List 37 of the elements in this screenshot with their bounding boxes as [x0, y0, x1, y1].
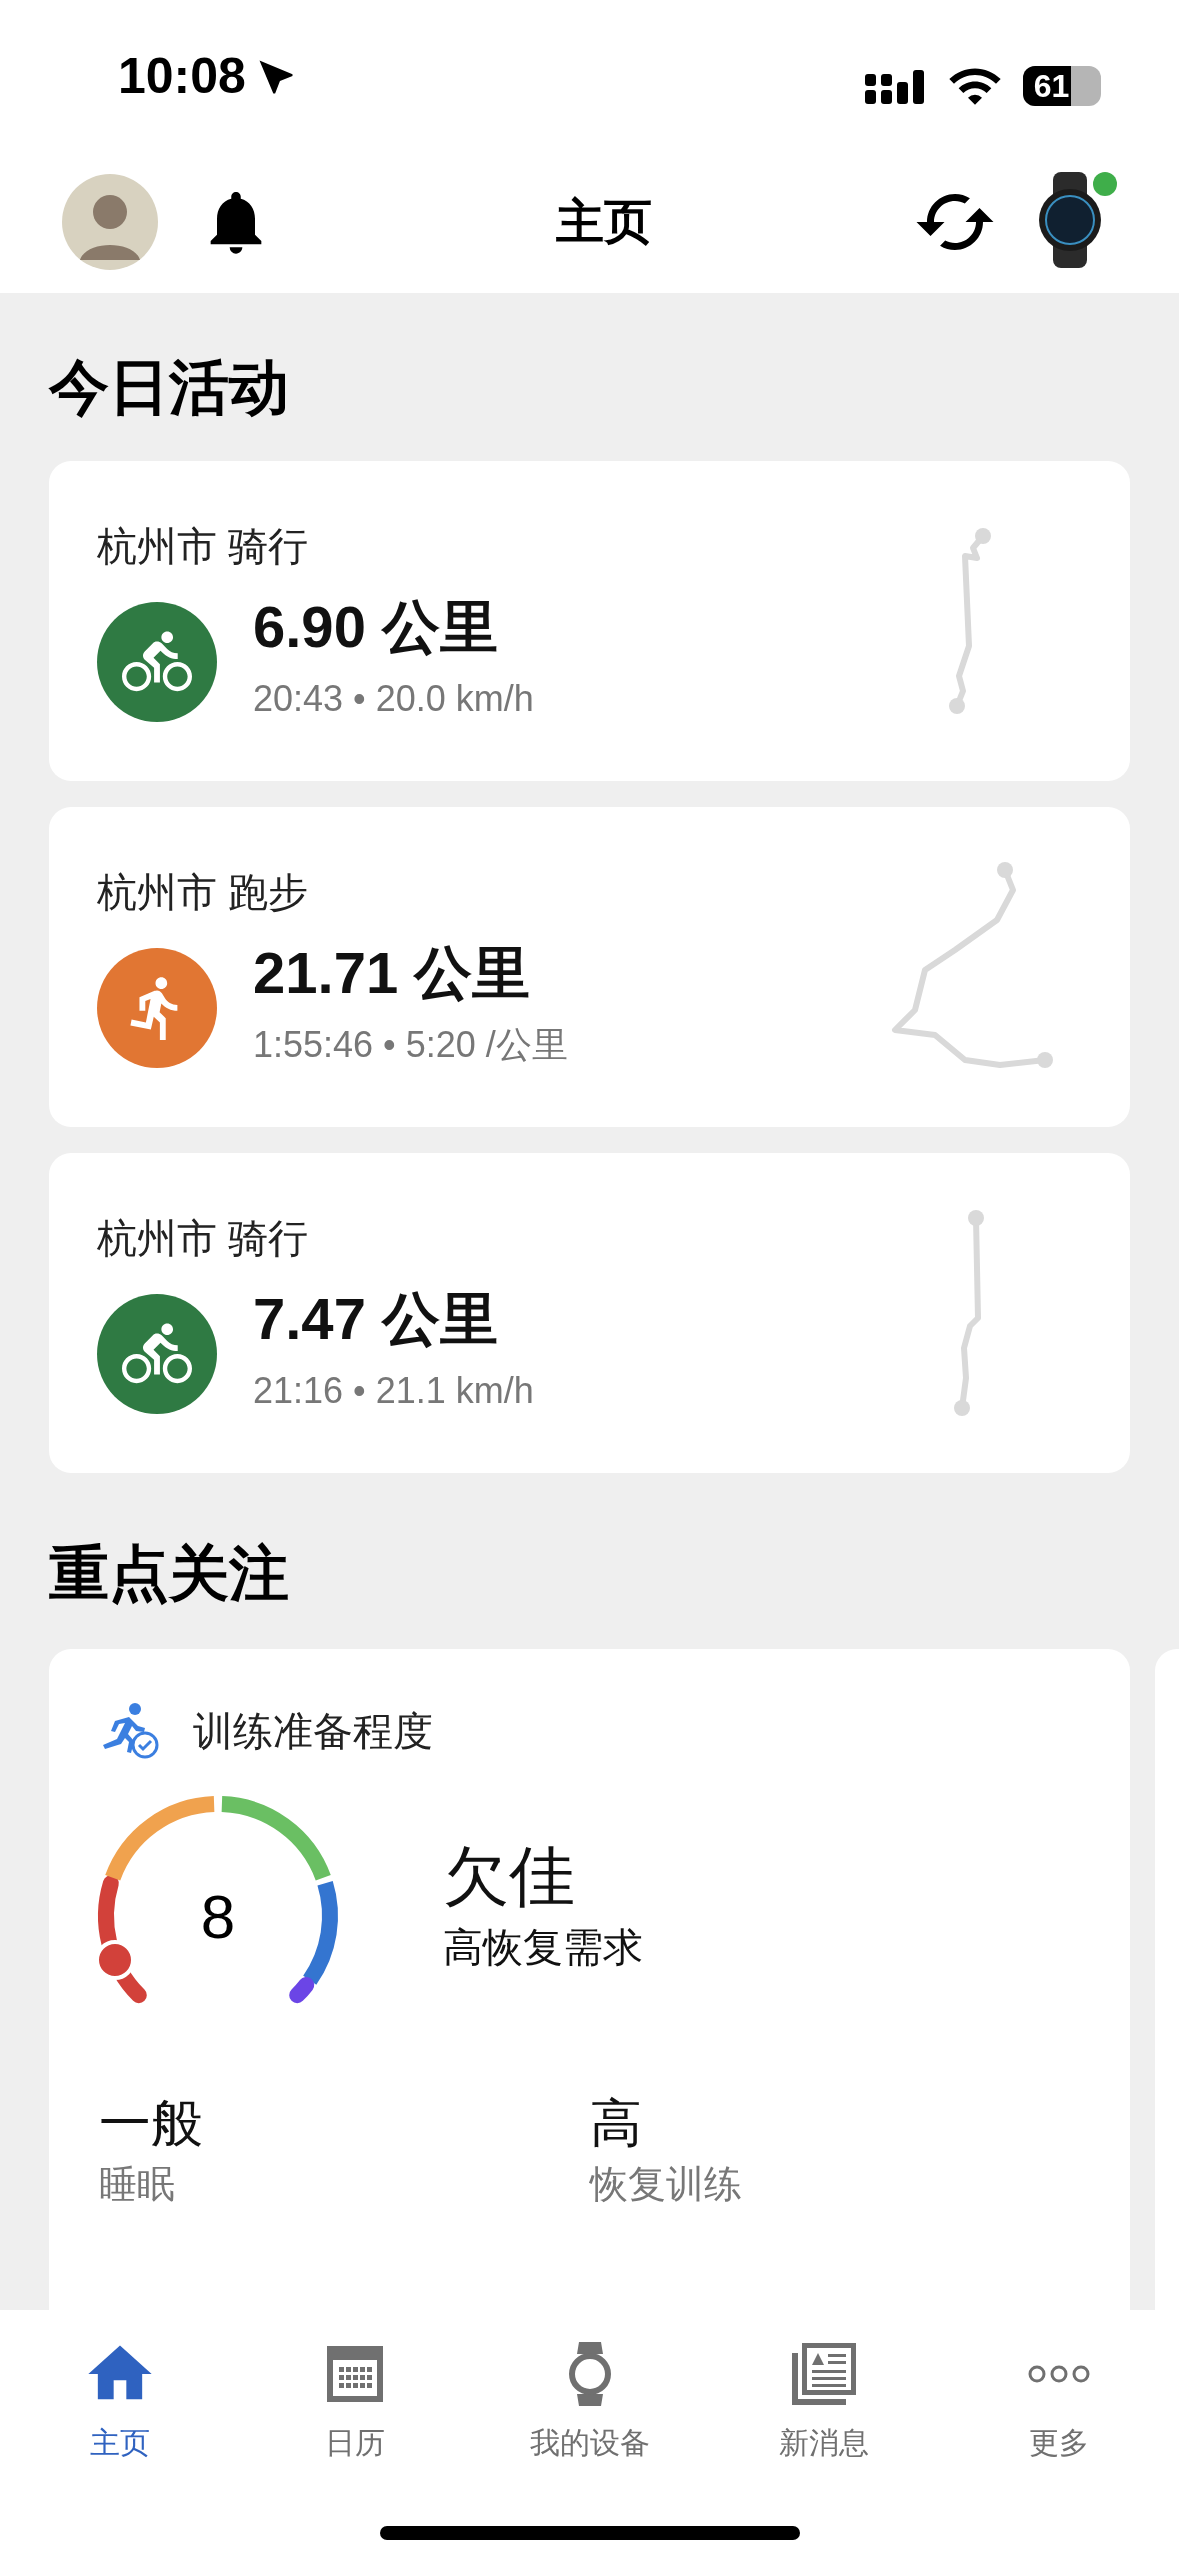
- newspaper-icon: [792, 2343, 857, 2405]
- activity-title: 杭州市 骑行: [97, 523, 310, 570]
- watch-icon[interactable]: [1037, 171, 1103, 268]
- calendar-icon: [326, 2346, 383, 2402]
- status-time: 10:08: [118, 47, 246, 106]
- activity-details: 1:55:46 • 5:20 /公里: [253, 1023, 568, 1067]
- activity-distance: 7.47 公里: [253, 1290, 499, 1348]
- activity-title: 杭州市 跑步: [97, 869, 310, 916]
- watch-icon: [566, 2342, 613, 2406]
- readiness-status: 欠佳: [443, 1837, 576, 1915]
- activity-card[interactable]: 杭州市 骑行 6.90 公里 20:43 • 20.0 km/h: [49, 461, 1130, 781]
- factor-label: 恢复训练: [589, 2162, 743, 2207]
- card-title: 训练准备程度: [193, 1708, 433, 1755]
- tab-bar-item[interactable]: 更多: [979, 2334, 1139, 2465]
- activity-title: 杭州市 骑行: [97, 1215, 310, 1262]
- section-title: 重点关注: [49, 1539, 290, 1609]
- activity-details: 21:16 • 21.1 km/h: [253, 1369, 534, 1413]
- tab-bar-item[interactable]: 新消息: [744, 2334, 905, 2465]
- activity-card[interactable]: 杭州市 骑行 7.47 公里 21:16 • 21.1 km/h: [49, 1153, 1130, 1473]
- activity-card[interactable]: 杭州市 跑步 21.71 公里 1:55:46 • 5:20 /公里: [49, 807, 1130, 1127]
- avatar[interactable]: [62, 173, 158, 270]
- activity-distance: 21.71 公里: [253, 944, 532, 1002]
- battery-indicator: 61: [1023, 66, 1101, 106]
- factor-value: 一般: [99, 2093, 204, 2154]
- tab-bar-item[interactable]: 我的设备: [509, 2334, 670, 2465]
- readiness-description: 高恢复需求: [443, 1924, 643, 1972]
- readiness-score: 8: [200, 1880, 236, 1953]
- more-icon: [1027, 2364, 1091, 2384]
- readiness-card[interactable]: 训练准备程度 8 欠佳 高恢复需求 一般 睡眠 高 恢复训练: [49, 1649, 1130, 2310]
- tab-bar-item[interactable]: 日历: [274, 2334, 435, 2465]
- factor-value: 高: [589, 2093, 643, 2154]
- activity-details: 20:43 • 20.0 km/h: [253, 677, 534, 721]
- tab-bar-item[interactable]: 主页: [40, 2334, 200, 2465]
- factor-label: 睡眠: [99, 2162, 176, 2207]
- section-title: 今日活动: [49, 353, 290, 423]
- activity-distance: 6.90 公里: [253, 598, 499, 656]
- page-title: 主页: [555, 193, 652, 250]
